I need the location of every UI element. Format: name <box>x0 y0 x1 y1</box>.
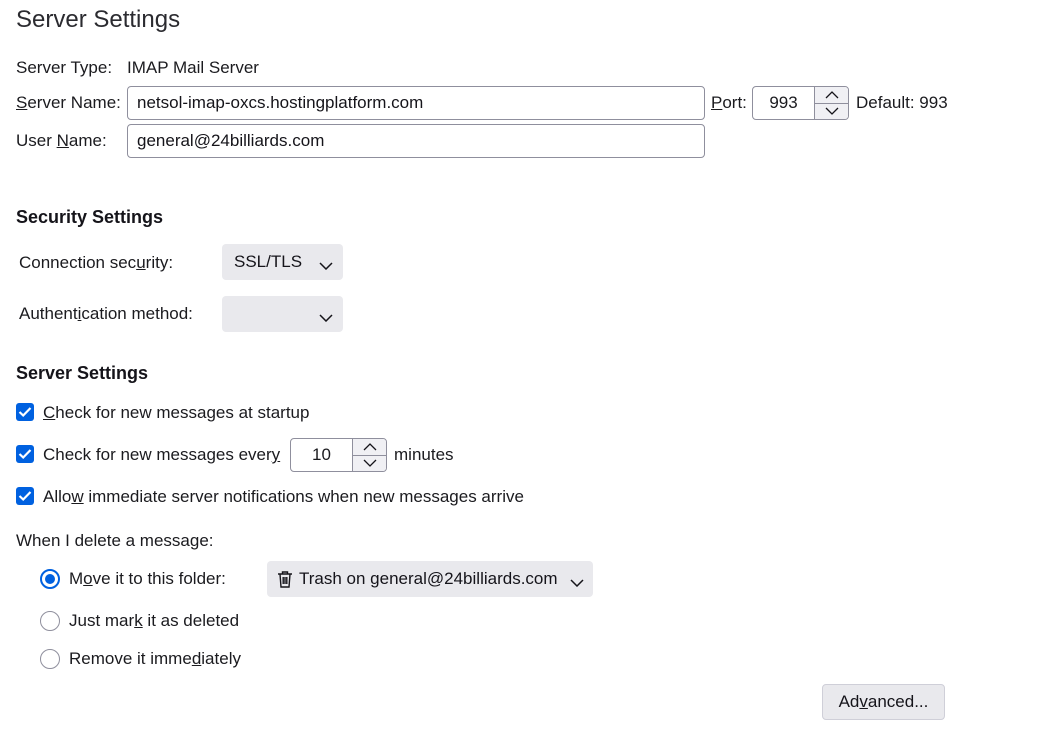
authentication-method-select[interactable] <box>222 296 343 332</box>
check-interval-stepper[interactable]: 10 <box>290 438 387 472</box>
port-value[interactable]: 993 <box>753 87 814 119</box>
user-name-field[interactable]: general@24billiards.com <box>127 124 705 158</box>
server-settings-heading: Server Settings <box>16 363 149 383</box>
connection-security-value: SSL/TLS <box>234 252 303 271</box>
server-type-value: IMAP Mail Server <box>127 58 259 77</box>
port-stepper[interactable]: 993 <box>752 86 849 120</box>
checkmark-icon <box>18 491 32 502</box>
checkmark-icon <box>18 407 32 418</box>
remove-immediately-label[interactable]: Remove it immediately <box>69 649 241 669</box>
mark-deleted-label[interactable]: Just mark it as deleted <box>69 611 239 631</box>
advanced-button[interactable]: Advanced... <box>822 684 945 720</box>
delete-heading: When I delete a message: <box>16 531 214 550</box>
check-every-checkbox[interactable] <box>16 445 34 463</box>
chevron-down-icon[interactable] <box>353 454 386 472</box>
user-name-label: User Name: <box>16 131 107 150</box>
port-default-label: Default: 993 <box>856 93 948 112</box>
trash-folder-select[interactable]: Trash on general@24billiards.com <box>267 561 593 597</box>
chevron-down-icon <box>570 572 584 592</box>
check-every-label[interactable]: Check for new messages every <box>43 445 280 465</box>
check-startup-checkbox[interactable] <box>16 403 34 421</box>
chevron-down-icon <box>319 307 333 327</box>
chevron-down-icon <box>319 255 333 275</box>
chevron-up-icon[interactable] <box>353 439 386 455</box>
server-name-field[interactable]: netsol-imap-oxcs.hostingplatform.com <box>127 86 705 120</box>
check-startup-label[interactable]: Check for new messages at startup <box>43 403 309 423</box>
server-name-label: Server Name: <box>16 93 121 112</box>
allow-notifications-checkbox[interactable] <box>16 487 34 505</box>
minutes-label: minutes <box>394 445 454 464</box>
move-to-folder-radio[interactable] <box>40 569 60 589</box>
trash-folder-value: Trash on general@24billiards.com <box>299 569 558 588</box>
authentication-method-label: Authentication method: <box>19 304 193 323</box>
check-interval-value[interactable]: 10 <box>291 439 352 471</box>
trash-icon <box>277 570 293 588</box>
chevron-up-icon[interactable] <box>815 87 848 103</box>
remove-immediately-radio[interactable] <box>40 649 60 669</box>
mark-deleted-radio[interactable] <box>40 611 60 631</box>
port-label: Port: <box>711 93 747 112</box>
connection-security-label: Connection security: <box>19 253 174 272</box>
checkmark-icon <box>18 449 32 460</box>
security-settings-heading: Security Settings <box>16 207 164 227</box>
server-type-label: Server Type: <box>16 58 113 77</box>
allow-notifications-label[interactable]: Allow immediate server notifications whe… <box>43 487 524 507</box>
page-title: Server Settings <box>16 6 181 33</box>
connection-security-select[interactable]: SSL/TLS <box>222 244 343 280</box>
move-to-folder-label[interactable]: Move it to this folder: <box>69 569 226 589</box>
chevron-down-icon[interactable] <box>815 102 848 120</box>
